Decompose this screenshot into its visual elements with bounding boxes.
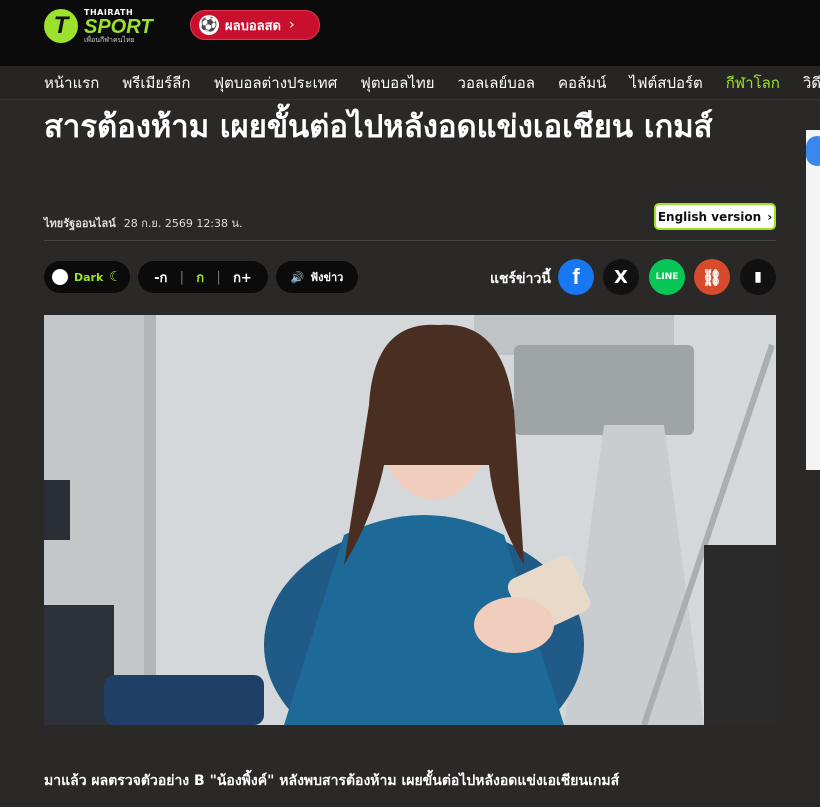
meta-divider — [44, 240, 776, 241]
line-icon: LINE — [655, 272, 679, 282]
football-icon: ⚽ — [199, 15, 219, 35]
logo-name-main: SPORT — [84, 15, 153, 38]
x-icon: X — [614, 266, 628, 288]
nav-item-volleyball[interactable]: วอลเลย์บอล — [458, 71, 535, 95]
dark-mode-toggle[interactable]: Dark ☾ — [44, 261, 130, 293]
toggle-knob — [52, 269, 68, 285]
separator: | — [179, 269, 185, 285]
live-score-label: ผลบอลสด — [225, 18, 281, 34]
logo-mark: T — [44, 9, 78, 43]
main-nav: หน้าแรก พรีเมียร์ลีก ฟุตบอลต่างประเทศ ฟุ… — [0, 66, 820, 100]
article-meta: ไทยรัฐออนไลน์ 28 ก.ย. 2569 12:38 น. — [44, 214, 243, 232]
nav-item-world-sport[interactable]: กีฬาโลก — [726, 71, 780, 95]
top-header: T THAIRATH SPORT เพื่อนกีฬาคนไทย ⚽ ผลบอล… — [0, 0, 820, 66]
facebook-share-button[interactable]: f — [558, 259, 594, 295]
bookmark-button[interactable]: ▮ — [740, 259, 776, 295]
bookmark-icon: ▮ — [754, 269, 762, 285]
share-label: แชร์ข่าวนี้ — [490, 271, 551, 287]
chevron-right-icon: › — [289, 17, 295, 33]
english-version-button[interactable]: English version › — [654, 203, 776, 230]
logo-text: THAIRATH SPORT เพื่อนกีฬาคนไทย — [84, 8, 153, 44]
english-version-label: English version — [657, 209, 762, 224]
live-score-button[interactable]: ⚽ ผลบอลสด › — [190, 10, 320, 40]
article-timestamp: 28 ก.ย. 2569 12:38 น. — [123, 217, 243, 230]
listen-label: ฟังข่าว — [310, 271, 344, 284]
speaker-icon: 🔊 — [290, 270, 305, 284]
link-icon: ⛓ — [701, 267, 723, 287]
copy-link-button[interactable]: ⛓ — [694, 259, 730, 295]
font-increase-button[interactable]: ก+ — [233, 267, 252, 288]
nav-item-home[interactable]: หน้าแรก — [44, 71, 99, 95]
moon-icon: ☾ — [109, 269, 122, 285]
dark-mode-label: Dark — [74, 270, 104, 284]
nav-item-fight-sport[interactable]: ไฟต์สปอร์ต — [629, 71, 702, 95]
side-panel — [806, 130, 820, 470]
site-logo[interactable]: T THAIRATH SPORT เพื่อนกีฬาคนไทย — [44, 6, 164, 46]
x-share-button[interactable]: X — [603, 259, 639, 295]
nav-item-video[interactable]: วิดีโอ — [803, 71, 820, 95]
line-share-button[interactable]: LINE — [649, 259, 685, 295]
facebook-icon: f — [572, 264, 580, 289]
article-source: ไทยรัฐออนไลน์ — [44, 217, 116, 230]
font-normal-button[interactable]: ก — [196, 267, 204, 288]
side-panel-handle[interactable] — [806, 136, 820, 166]
font-decrease-button[interactable]: -ก — [154, 267, 167, 288]
nav-item-column[interactable]: คอลัมน์ — [558, 71, 606, 95]
chevron-right-icon: › — [767, 209, 773, 224]
article-photo — [44, 315, 776, 725]
font-size-control: -ก | ก | ก+ — [138, 261, 268, 293]
nav-item-foreign-football[interactable]: ฟุตบอลต่างประเทศ — [213, 71, 337, 95]
nav-item-premier-league[interactable]: พรีเมียร์ลีก — [122, 71, 190, 95]
separator: | — [216, 269, 221, 285]
article-headline: สารต้องห้าม เผยขั้นต่อไปหลังอดแข่งเอเชีย… — [44, 109, 713, 145]
photo-illustration — [44, 315, 776, 725]
nav-item-thai-football[interactable]: ฟุตบอลไทย — [360, 71, 434, 95]
listen-news-button[interactable]: 🔊 ฟังข่าว — [276, 261, 358, 293]
logo-tagline: เพื่อนกีฬาคนไทย — [84, 35, 135, 44]
article-lead: มาแล้ว ผลตรวจตัวอย่าง B "น้องพิ้งค์" หลั… — [44, 773, 620, 789]
